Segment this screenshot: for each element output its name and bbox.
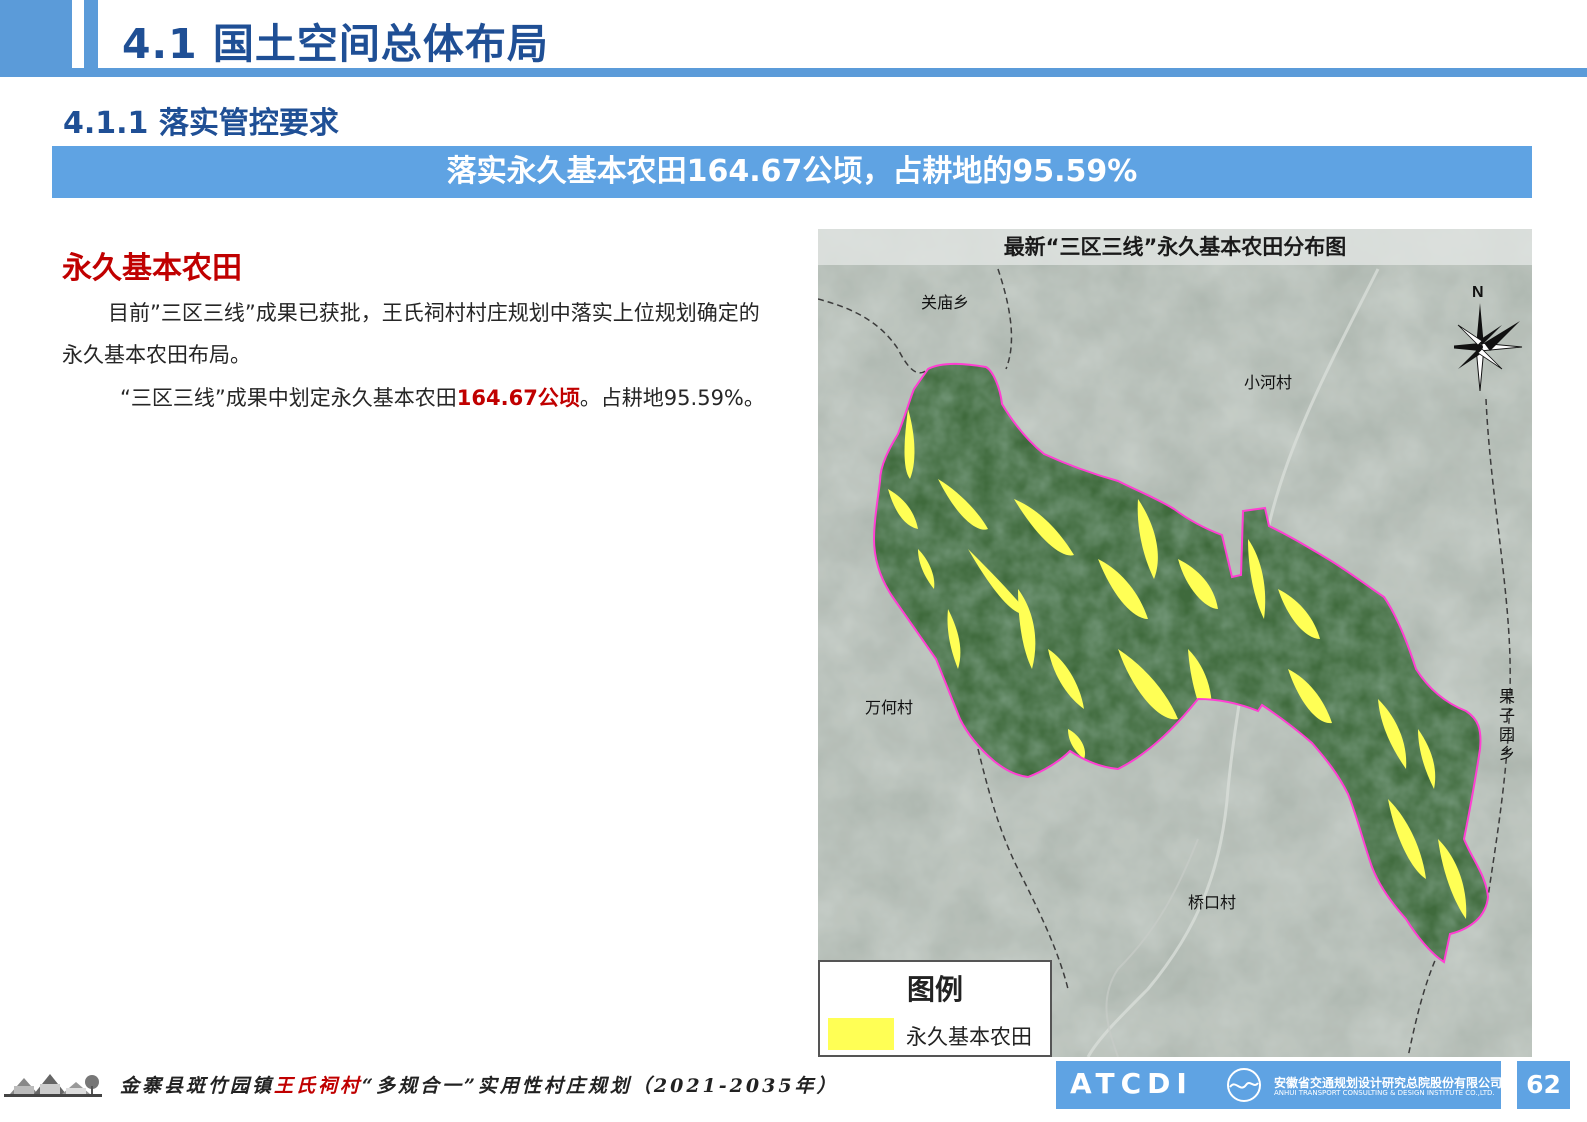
place-label-guanmiao: 关庙乡 <box>921 293 970 312</box>
place-label-qiaokou: 桥口村 <box>1188 893 1237 912</box>
farmland-area-highlight: 164.67公顷 <box>456 386 580 410</box>
north-arrow-icon: N <box>1454 281 1524 397</box>
company-name-en: ANHUI TRANSPORT CONSULTING & DESIGN INST… <box>1274 1089 1495 1097</box>
project-name: 金寨县斑竹园镇王氏祠村“多规合一”实用性村庄规划（2021-2035年） <box>120 1071 839 1098</box>
map-title: 最新“三区三线”永久基本农田分布图 <box>818 229 1532 265</box>
north-label: N <box>1472 284 1484 301</box>
paragraph-text-after: 。占耕地95.59%。 <box>579 386 765 410</box>
legend-title: 图例 <box>906 973 963 1006</box>
company-brand-bar: ATCDI 安徽省交通规划设计研究总院股份有限公司 ANHUI TRANSPOR… <box>1056 1061 1502 1109</box>
project-name-plan: “多规合一”实用性村庄规划（2021-2035年） <box>362 1075 839 1097</box>
header-accent-stripe <box>84 0 98 68</box>
farmland-distribution-map: 最新“三区三线”永久基本农田分布图 关庙乡 小河村 万何村 果子园乡 桥口村 N… <box>818 229 1532 1057</box>
project-name-village: 王氏祠村 <box>274 1075 363 1097</box>
place-label-wanhe: 万何村 <box>865 698 914 717</box>
paragraph-text-before: “三区三线”成果中划定永久基本农田 <box>120 386 457 410</box>
company-logo-icon <box>1227 1068 1261 1102</box>
legend-label-farmland: 永久基本农田 <box>906 1025 1032 1049</box>
summary-banner: 落实永久基本农田164.67公顷，占耕地的95.59% <box>52 146 1532 198</box>
place-label-guoziyuan: 果子园乡 <box>1498 687 1515 763</box>
place-label-xiaohe: 小河村 <box>1244 373 1293 392</box>
village-sketch-logo <box>4 1064 102 1104</box>
paragraph-approval: 目前”三区三线”成果已获批，王氏祠村村庄规划中落实上位规划确定的永久基本农田布局… <box>62 301 760 367</box>
legend-swatch-farmland <box>828 1018 894 1050</box>
paragraph-farmland-area: “三区三线”成果中划定永久基本农田164.67公顷。占耕地95.59%。 <box>62 377 778 419</box>
map-legend: 图例 永久基本农田 <box>818 960 1052 1057</box>
section-heading: 永久基本农田 <box>62 251 242 286</box>
project-name-county: 金寨县斑竹园镇 <box>120 1075 275 1097</box>
page-number: 62 <box>1517 1061 1570 1109</box>
company-logo-text: ATCDI <box>1070 1067 1193 1100</box>
section-subtitle: 4.1.1 落实管控要求 <box>63 106 339 141</box>
page-title: 4.1 国土空间总体布局 <box>122 20 549 68</box>
satellite-map-image <box>818 229 1532 1057</box>
header-accent-block <box>0 0 72 68</box>
